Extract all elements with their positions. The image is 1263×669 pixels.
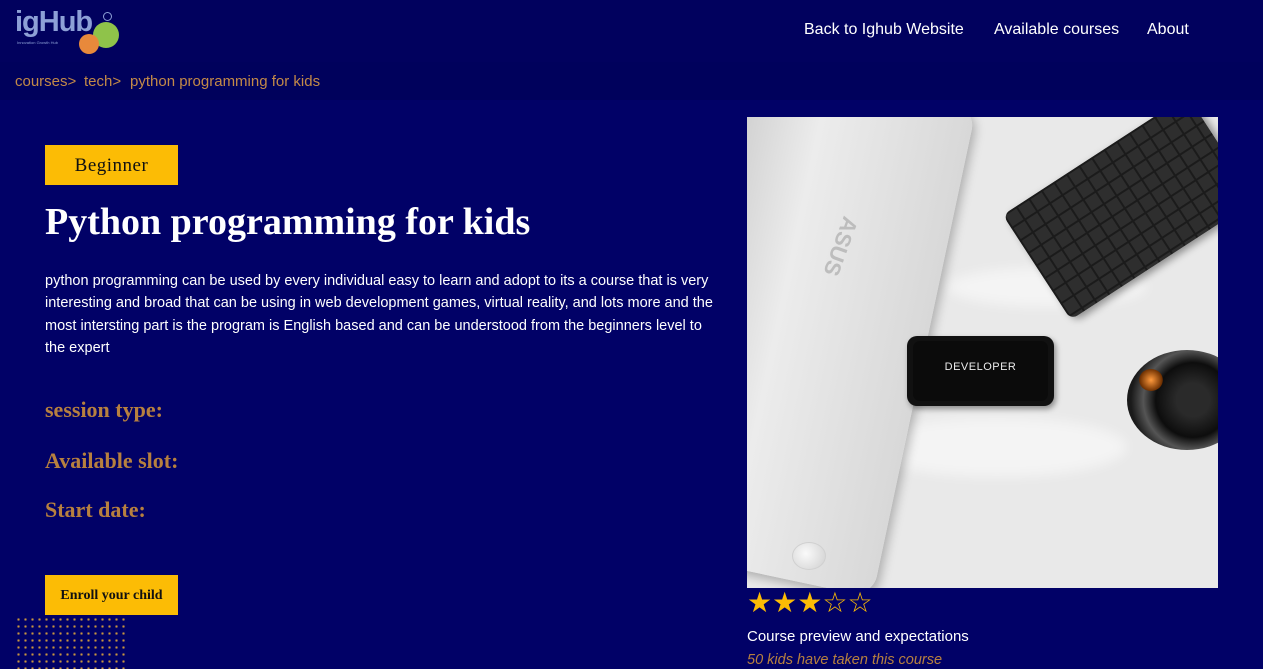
star-empty-icon: ☆ [847,587,873,618]
breadcrumb-courses[interactable]: courses> [15,73,76,90]
camera-lens-image [1127,350,1218,450]
star-filled-icon: ★ [772,587,798,618]
course-description: python programming can be used by every … [45,273,713,356]
kids-count: 50 kids have taken this course [747,652,943,668]
phone-screen-text: DEVELOPER [944,361,1017,373]
available-slot-label: Available slot: [45,448,179,473]
nav-back-to-website[interactable]: Back to Ighub Website [804,21,964,39]
top-navbar: igHub Innovation Growth Hub Back to Ighu… [0,0,1263,62]
course-image: ASUS DEVELOPER [747,117,1218,588]
laptop-logo: ASUS [818,213,863,280]
preview-title[interactable]: Course preview and expectations [747,628,969,645]
nav-available-courses[interactable]: Available courses [994,21,1119,39]
registered-mark-icon [103,12,112,21]
course-title: Python programming for kids [45,201,531,243]
level-badge: Beginner [45,145,178,185]
star-filled-icon: ★ [747,587,773,618]
nav-about[interactable]: About [1147,21,1189,39]
enroll-button[interactable]: Enroll your child [45,575,178,615]
decorative-dots [15,616,127,669]
breadcrumb-tech[interactable]: tech> [84,73,121,90]
breadcrumb-current: python programming for kids [130,73,321,90]
phone-image: DEVELOPER [907,336,1054,406]
lens-glow [1139,369,1163,391]
star-empty-icon: ☆ [822,587,848,618]
start-date-label: Start date: [45,497,146,522]
nav-links: Back to Ighub Website Available courses … [0,21,1263,43]
star-rating: ★★★☆☆ [747,588,873,618]
water-drop-image [792,542,826,570]
session-type-label: session type: [45,397,163,422]
breadcrumb: courses> tech> python programming for ki… [0,62,1263,100]
star-filled-icon: ★ [797,587,823,618]
